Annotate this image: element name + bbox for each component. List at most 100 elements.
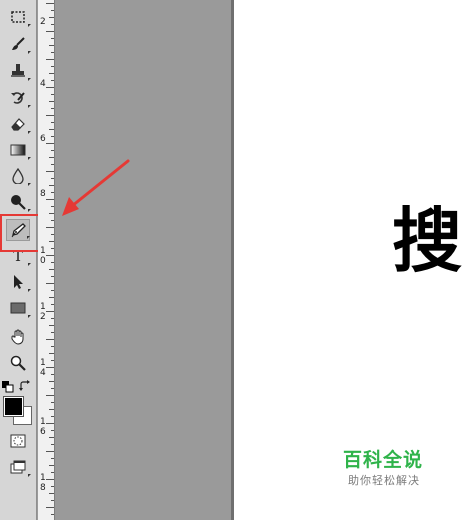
ruler-tick: [46, 507, 54, 508]
ruler-tick: [46, 227, 54, 228]
ruler-tick: [49, 241, 54, 242]
marquee-icon: [11, 11, 25, 23]
ruler-tick: [46, 115, 54, 116]
ruler-tick: [49, 185, 54, 186]
ruler-tick: [51, 262, 54, 263]
ruler-tick: [46, 255, 54, 256]
ruler-tick: [51, 220, 54, 221]
eraser-tool[interactable]: [6, 113, 31, 135]
ruler-tick: [51, 10, 54, 11]
ruler-tick: [51, 52, 54, 53]
ruler-tick: [49, 269, 54, 270]
history-brush-icon: [11, 92, 25, 104]
ruler-tick: [51, 290, 54, 291]
marquee-tool[interactable]: [6, 6, 31, 28]
ruler-tick: [49, 381, 54, 382]
ruler-tick: [51, 276, 54, 277]
screen-mode-icon: [10, 460, 26, 474]
magnifier-icon: [10, 355, 26, 371]
foreground-color-swatch[interactable]: [3, 396, 24, 417]
history-brush-tool[interactable]: [6, 87, 31, 109]
ruler-tick: [49, 465, 54, 466]
ruler-tick: [51, 388, 54, 389]
path-selection-tool[interactable]: [6, 271, 31, 293]
hand-tool[interactable]: [6, 326, 30, 348]
swap-colors-button[interactable]: [19, 377, 31, 391]
rectangle-tool[interactable]: [6, 297, 31, 319]
ruler-tick: [51, 248, 54, 249]
type-tool[interactable]: T: [6, 245, 31, 267]
clone-stamp-tool[interactable]: [6, 60, 31, 82]
ruler-tick: [51, 486, 54, 487]
quick-mask-icon: [10, 434, 26, 448]
ruler-tick: [49, 45, 54, 46]
ruler-tick: [46, 143, 54, 144]
ruler-label: 8: [40, 189, 46, 199]
quick-mask-button[interactable]: [6, 430, 30, 452]
pen-tool[interactable]: [6, 219, 30, 241]
vertical-ruler: 2 4 6 8 1 0 1 2 1 4 1 6 1 8: [38, 0, 55, 520]
ruler-tick: [49, 493, 54, 494]
pen-icon: [11, 223, 26, 238]
ruler-tick: [46, 199, 54, 200]
default-colors-button[interactable]: [2, 378, 14, 393]
watermark-title: 百科全说: [343, 449, 424, 471]
brush-tool[interactable]: [6, 33, 31, 55]
eraser-icon: [11, 118, 25, 131]
ruler-tick: [49, 297, 54, 298]
dodge-icon: [11, 195, 26, 210]
gradient-tool[interactable]: [6, 139, 31, 161]
ruler-tick: [46, 367, 54, 368]
ruler-tick: [46, 451, 54, 452]
ruler-label: 1 8: [40, 473, 46, 493]
ruler-label: 1 0: [40, 246, 46, 266]
ruler-tick: [51, 206, 54, 207]
tools-panel: T: [0, 0, 37, 520]
ruler-tick: [51, 374, 54, 375]
ruler-tick: [51, 514, 54, 515]
canvas-text-character: 搜: [392, 200, 462, 282]
ruler-tick: [51, 136, 54, 137]
ruler-tick: [51, 402, 54, 403]
ruler-tick: [51, 458, 54, 459]
ruler-tick: [51, 332, 54, 333]
ruler-tick: [51, 24, 54, 25]
ruler-tick: [49, 325, 54, 326]
ruler-tick: [46, 59, 54, 60]
brush-icon: [12, 37, 25, 50]
ruler-tick: [51, 38, 54, 39]
ruler-tick: [49, 73, 54, 74]
ruler-tick: [46, 479, 54, 480]
ruler-tick: [49, 213, 54, 214]
blur-tool[interactable]: [6, 165, 31, 187]
dodge-tool[interactable]: [6, 191, 31, 213]
default-colors-icon: [2, 381, 14, 393]
ruler-tick: [46, 395, 54, 396]
ruler-label: 1 4: [40, 358, 46, 378]
ruler-tick: [51, 178, 54, 179]
ruler-tick: [51, 472, 54, 473]
ruler-tick: [51, 346, 54, 347]
ruler-tick: [46, 87, 54, 88]
zoom-tool[interactable]: [6, 352, 30, 374]
type-icon: T: [12, 247, 23, 265]
ruler-tick: [51, 150, 54, 151]
screen-mode-button[interactable]: [6, 456, 31, 478]
ruler-tick: [51, 360, 54, 361]
ruler-tick: [49, 17, 54, 18]
ruler-tick: [49, 101, 54, 102]
ruler-tick: [46, 31, 54, 32]
ruler-tick: [51, 444, 54, 445]
ruler-label: 6: [40, 134, 46, 144]
ruler-tick: [51, 108, 54, 109]
ruler-tick: [51, 80, 54, 81]
ruler-tick: [49, 409, 54, 410]
ruler-label: 1 6: [40, 417, 46, 437]
stamp-icon: [11, 64, 25, 77]
ruler-tick: [46, 171, 54, 172]
pasteboard-area[interactable]: [55, 0, 231, 520]
ruler-tick: [46, 3, 54, 4]
ruler-tick: [49, 157, 54, 158]
ruler-tick: [51, 430, 54, 431]
ruler-tick: [46, 311, 54, 312]
